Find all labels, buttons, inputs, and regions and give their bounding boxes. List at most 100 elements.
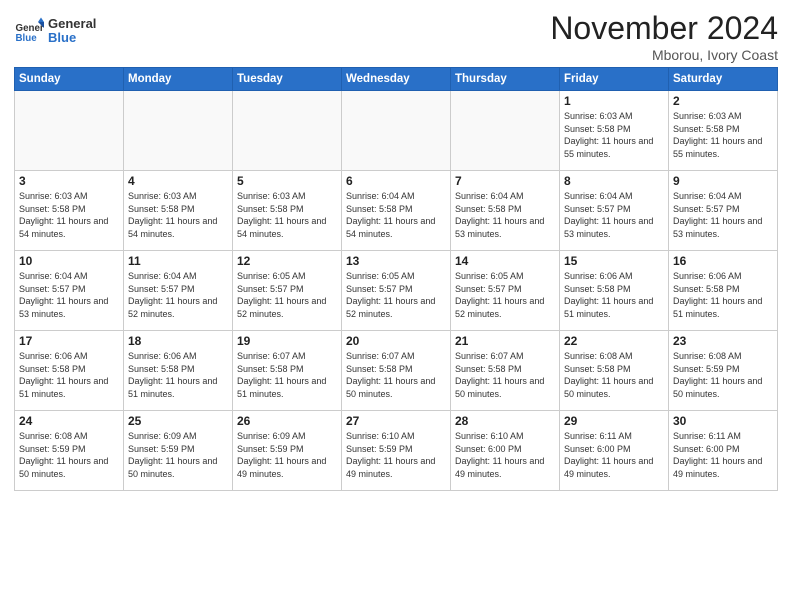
calendar-cell	[233, 91, 342, 171]
svg-text:Blue: Blue	[16, 33, 38, 44]
calendar-body: 1 Sunrise: 6:03 AMSunset: 5:58 PMDaylight…	[15, 91, 778, 491]
calendar-cell: 29 Sunrise: 6:11 AMSunset: 6:00 PMDayligh…	[560, 411, 669, 491]
calendar-week-1: 1 Sunrise: 6:03 AMSunset: 5:58 PMDaylight…	[15, 91, 778, 171]
day-info: Sunrise: 6:07 AMSunset: 5:58 PMDaylight:…	[346, 350, 446, 400]
calendar-cell	[15, 91, 124, 171]
title-block: November 2024 Mborou, Ivory Coast	[550, 10, 778, 63]
day-number: 22	[564, 334, 664, 348]
calendar-cell: 28Sunrise: 6:10 AMSunset: 6:00 PMDayligh…	[451, 411, 560, 491]
day-number: 2	[673, 94, 773, 108]
day-number: 25	[128, 414, 228, 428]
logo-icon: General Blue	[14, 16, 44, 46]
calendar-cell: 16 Sunrise: 6:06 AMSunset: 5:58 PMDayligh…	[669, 251, 778, 331]
calendar-cell: 15 Sunrise: 6:06 AMSunset: 5:58 PMDayligh…	[560, 251, 669, 331]
weekday-row: SundayMondayTuesdayWednesdayThursdayFrid…	[15, 68, 778, 91]
calendar-header: SundayMondayTuesdayWednesdayThursdayFrid…	[15, 68, 778, 91]
logo-text: General Blue	[48, 17, 96, 46]
weekday-header-tuesday: Tuesday	[233, 68, 342, 91]
calendar-week-3: 10 Sunrise: 6:04 AMSunset: 5:57 PMDayligh…	[15, 251, 778, 331]
day-number: 28	[455, 414, 555, 428]
day-info: Sunrise: 6:04 AMSunset: 5:57 PMDaylight:…	[19, 270, 119, 320]
calendar-cell	[124, 91, 233, 171]
day-info: Sunrise: 6:07 AMSunset: 5:58 PMDaylight:…	[237, 350, 337, 400]
calendar-cell: 26 Sunrise: 6:09 AMSunset: 5:59 PMDayligh…	[233, 411, 342, 491]
day-number: 11	[128, 254, 228, 268]
calendar-cell: 20 Sunrise: 6:07 AMSunset: 5:58 PMDayligh…	[342, 331, 451, 411]
calendar-cell: 4 Sunrise: 6:03 AMSunset: 5:58 PMDaylight…	[124, 171, 233, 251]
calendar-cell: 30Sunrise: 6:11 AMSunset: 6:00 PMDayligh…	[669, 411, 778, 491]
day-info: Sunrise: 6:03 AMSunset: 5:58 PMDaylight:…	[128, 190, 228, 240]
weekday-header-thursday: Thursday	[451, 68, 560, 91]
day-info: Sunrise: 6:05 AMSunset: 5:57 PMDaylight:…	[455, 270, 555, 320]
calendar-cell	[342, 91, 451, 171]
day-number: 29	[564, 414, 664, 428]
day-number: 13	[346, 254, 446, 268]
calendar-cell: 18Sunrise: 6:06 AMSunset: 5:58 PMDayligh…	[124, 331, 233, 411]
calendar-cell: 25 Sunrise: 6:09 AMSunset: 5:59 PMDayligh…	[124, 411, 233, 491]
day-number: 15	[564, 254, 664, 268]
day-info: Sunrise: 6:04 AMSunset: 5:58 PMDaylight:…	[455, 190, 555, 240]
logo: General Blue General Blue	[14, 16, 96, 46]
calendar-cell: 3 Sunrise: 6:03 AMSunset: 5:58 PMDaylight…	[15, 171, 124, 251]
day-number: 4	[128, 174, 228, 188]
day-number: 14	[455, 254, 555, 268]
weekday-header-monday: Monday	[124, 68, 233, 91]
calendar-cell: 27Sunrise: 6:10 AMSunset: 5:59 PMDayligh…	[342, 411, 451, 491]
day-info: Sunrise: 6:06 AMSunset: 5:58 PMDaylight:…	[564, 270, 664, 320]
calendar-cell: 12Sunrise: 6:05 AMSunset: 5:57 PMDayligh…	[233, 251, 342, 331]
day-info: Sunrise: 6:11 AMSunset: 6:00 PMDaylight:…	[564, 430, 664, 480]
calendar-cell: 8Sunrise: 6:04 AMSunset: 5:57 PMDaylight…	[560, 171, 669, 251]
day-info: Sunrise: 6:05 AMSunset: 5:57 PMDaylight:…	[237, 270, 337, 320]
day-number: 26	[237, 414, 337, 428]
day-info: Sunrise: 6:03 AMSunset: 5:58 PMDaylight:…	[237, 190, 337, 240]
day-number: 10	[19, 254, 119, 268]
calendar-cell: 13Sunrise: 6:05 AMSunset: 5:57 PMDayligh…	[342, 251, 451, 331]
calendar-cell: 1 Sunrise: 6:03 AMSunset: 5:58 PMDaylight…	[560, 91, 669, 171]
day-info: Sunrise: 6:04 AMSunset: 5:57 PMDaylight:…	[128, 270, 228, 320]
calendar-cell: 6 Sunrise: 6:04 AMSunset: 5:58 PMDaylight…	[342, 171, 451, 251]
day-number: 21	[455, 334, 555, 348]
day-info: Sunrise: 6:06 AMSunset: 5:58 PMDaylight:…	[673, 270, 773, 320]
logo-general-text: General	[48, 17, 96, 31]
day-info: Sunrise: 6:08 AMSunset: 5:59 PMDaylight:…	[673, 350, 773, 400]
calendar-week-2: 3 Sunrise: 6:03 AMSunset: 5:58 PMDaylight…	[15, 171, 778, 251]
day-info: Sunrise: 6:08 AMSunset: 5:59 PMDaylight:…	[19, 430, 119, 480]
day-info: Sunrise: 6:08 AMSunset: 5:58 PMDaylight:…	[564, 350, 664, 400]
day-number: 1	[564, 94, 664, 108]
day-number: 19	[237, 334, 337, 348]
weekday-header-saturday: Saturday	[669, 68, 778, 91]
day-number: 27	[346, 414, 446, 428]
day-info: Sunrise: 6:09 AMSunset: 5:59 PMDaylight:…	[237, 430, 337, 480]
day-number: 9	[673, 174, 773, 188]
calendar-table: SundayMondayTuesdayWednesdayThursdayFrid…	[14, 67, 778, 491]
calendar-cell: 5Sunrise: 6:03 AMSunset: 5:58 PMDaylight…	[233, 171, 342, 251]
day-info: Sunrise: 6:04 AMSunset: 5:58 PMDaylight:…	[346, 190, 446, 240]
weekday-header-sunday: Sunday	[15, 68, 124, 91]
calendar-cell: 11 Sunrise: 6:04 AMSunset: 5:57 PMDayligh…	[124, 251, 233, 331]
calendar-cell: 14 Sunrise: 6:05 AMSunset: 5:57 PMDayligh…	[451, 251, 560, 331]
logo-blue-text: Blue	[48, 31, 96, 45]
calendar-cell: 9 Sunrise: 6:04 AMSunset: 5:57 PMDaylight…	[669, 171, 778, 251]
day-info: Sunrise: 6:11 AMSunset: 6:00 PMDaylight:…	[673, 430, 773, 480]
calendar-week-5: 24Sunrise: 6:08 AMSunset: 5:59 PMDayligh…	[15, 411, 778, 491]
day-number: 16	[673, 254, 773, 268]
calendar-cell: 23Sunrise: 6:08 AMSunset: 5:59 PMDayligh…	[669, 331, 778, 411]
calendar-page: General Blue General Blue November 2024 …	[0, 0, 792, 612]
calendar-cell	[451, 91, 560, 171]
day-number: 18	[128, 334, 228, 348]
calendar-cell: 10 Sunrise: 6:04 AMSunset: 5:57 PMDayligh…	[15, 251, 124, 331]
day-number: 6	[346, 174, 446, 188]
calendar-cell: 21Sunrise: 6:07 AMSunset: 5:58 PMDayligh…	[451, 331, 560, 411]
day-info: Sunrise: 6:09 AMSunset: 5:59 PMDaylight:…	[128, 430, 228, 480]
day-number: 17	[19, 334, 119, 348]
weekday-header-friday: Friday	[560, 68, 669, 91]
day-number: 8	[564, 174, 664, 188]
day-number: 20	[346, 334, 446, 348]
day-number: 3	[19, 174, 119, 188]
weekday-header-wednesday: Wednesday	[342, 68, 451, 91]
calendar-cell: 17Sunrise: 6:06 AMSunset: 5:58 PMDayligh…	[15, 331, 124, 411]
day-info: Sunrise: 6:03 AMSunset: 5:58 PMDaylight:…	[19, 190, 119, 240]
location: Mborou, Ivory Coast	[550, 47, 778, 63]
day-info: Sunrise: 6:03 AMSunset: 5:58 PMDaylight:…	[564, 110, 664, 160]
day-info: Sunrise: 6:04 AMSunset: 5:57 PMDaylight:…	[673, 190, 773, 240]
